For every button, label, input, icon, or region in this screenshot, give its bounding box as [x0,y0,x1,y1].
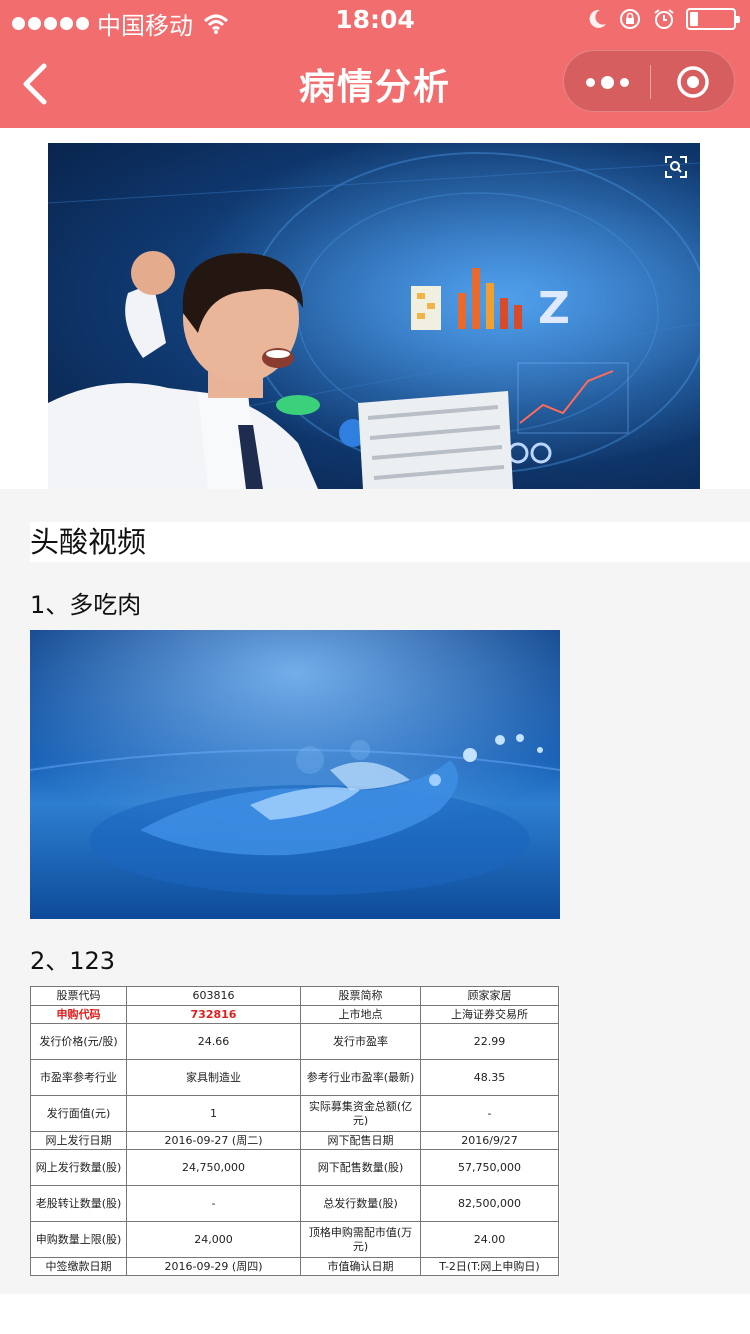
section-title: 头酸视频 [30,522,750,562]
table-cell: 参考行业市盈率(最新) [300,1059,421,1096]
table-cell: - [126,1185,301,1222]
table-row: 申购数量上限(股) 24,000 顶格申购需配市值(万元) 24.00 [30,1221,559,1258]
table-cell: 实际募集资金总额(亿元) [300,1095,421,1132]
more-button[interactable] [564,51,650,113]
table-cell: 申购代码 [30,1005,127,1024]
target-close-icon [677,66,709,98]
table-row: 申购代码 732816 上市地点 上海证券交易所 [30,1005,559,1024]
table-row: 发行面值(元) 1 实际募集资金总额(亿元) - [30,1095,559,1132]
table-cell: T-2日(T:网上申购日) [420,1257,559,1276]
table-cell: 申购数量上限(股) [30,1221,127,1258]
table-cell: 2016-09-29 (周四) [126,1257,301,1276]
table-row: 老股转让数量(股) - 总发行数量(股) 82,500,000 [30,1185,559,1222]
table-cell: 发行面值(元) [30,1095,127,1132]
table-cell: 48.35 [420,1059,559,1096]
table-cell: 2016/9/27 [420,1131,559,1150]
table-cell: 网下配售日期 [300,1131,421,1150]
table-cell: 顶格申购需配市值(万元) [300,1221,421,1258]
table-cell: 82,500,000 [420,1185,559,1222]
item-title-2: 2、123 [30,947,116,975]
table-cell: 57,750,000 [420,1149,559,1186]
table-cell: 2016-09-27 (周二) [126,1131,301,1150]
table-cell: 1 [126,1095,301,1132]
table-cell: 中签缴款日期 [30,1257,127,1276]
table-cell: 网下配售数量(股) [300,1149,421,1186]
table-cell: 732816 [126,1005,301,1024]
table-cell: 24.66 [126,1023,301,1060]
table-row: 发行价格(元/股) 24.66 发行市盈率 22.99 [30,1023,559,1060]
table-cell: - [420,1095,559,1132]
moon-icon [589,9,606,28]
top-bar: 中国移动 18:04 病情分析 [0,0,750,128]
svg-text:Z: Z [538,283,570,334]
table-row: 网上发行数量(股) 24,750,000 网下配售数量(股) 57,750,00… [30,1149,559,1186]
banner-image: Z [48,143,700,489]
alarm-icon [654,9,674,29]
table-cell: 发行市盈率 [300,1023,421,1060]
table-cell: 24,000 [126,1221,301,1258]
table-cell: 市值确认日期 [300,1257,421,1276]
table-cell: 网上发行数量(股) [30,1149,127,1186]
table-cell: 22.99 [420,1023,559,1060]
stock-info-table: 股票代码 603816 股票简称 顾家家居 申购代码 732816 上市地点 上… [30,986,560,1276]
table-cell: 发行价格(元/股) [30,1023,127,1060]
status-bar: 中国移动 18:04 [0,0,750,40]
water-splash-image [30,630,560,919]
table-cell: 顾家家居 [420,986,559,1006]
banner-illustration: Z [48,143,700,489]
scan-icon[interactable] [664,155,688,179]
table-row: 市盈率参考行业 家具制造业 参考行业市盈率(最新) 48.35 [30,1059,559,1096]
item-title-1: 1、多吃肉 [30,591,142,619]
water-illustration [30,630,560,919]
table-cell: 24,750,000 [126,1149,301,1186]
table-cell: 24.00 [420,1221,559,1258]
table-cell: 网上发行日期 [30,1131,127,1150]
table-cell: 股票简称 [300,986,421,1006]
battery-icon [686,8,740,30]
table-cell: 市盈率参考行业 [30,1059,127,1096]
table-cell: 股票代码 [30,986,127,1006]
table-row: 股票代码 603816 股票简称 顾家家居 [30,986,559,1006]
menu-capsule [563,50,735,112]
table-cell: 上市地点 [300,1005,421,1024]
table-cell: 603816 [126,986,301,1006]
table-cell: 总发行数量(股) [300,1185,421,1222]
table-cell: 上海证券交易所 [420,1005,559,1024]
table-row: 网上发行日期 2016-09-27 (周二) 网下配售日期 2016/9/27 [30,1131,559,1150]
table-row: 中签缴款日期 2016-09-29 (周四) 市值确认日期 T-2日(T:网上申… [30,1257,559,1276]
rotation-lock-icon [620,9,640,29]
table-cell: 家具制造业 [126,1059,301,1096]
table-cell: 老股转让数量(股) [30,1185,127,1222]
close-button[interactable] [650,51,736,113]
